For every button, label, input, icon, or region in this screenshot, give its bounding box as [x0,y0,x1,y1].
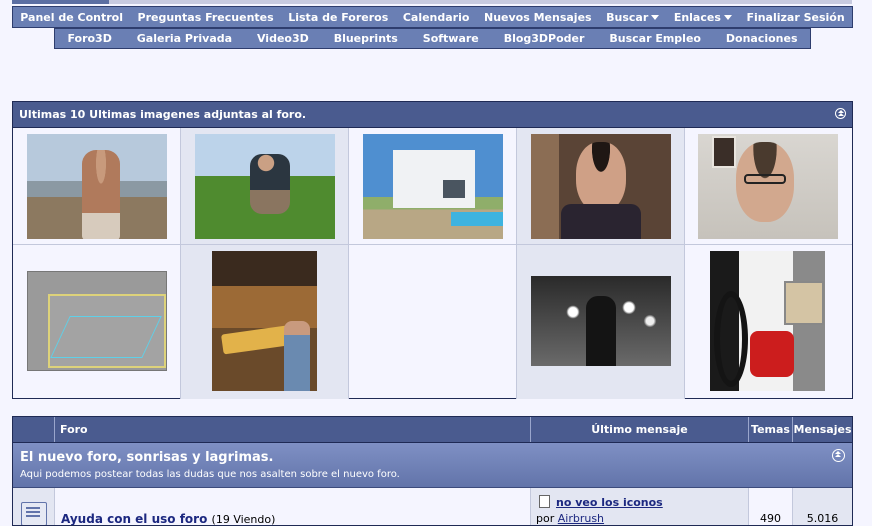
ring-shape [714,291,748,387]
forum-name-cell: Ayuda con el uso foro (19 Viendo) [55,488,531,526]
sub-navbar: Foro3D Galeria Privada Video3D Blueprint… [54,28,811,49]
chevron-down-icon [723,15,732,20]
nav-donaciones[interactable]: Donaciones [722,32,802,45]
nav-buscar-empleo[interactable]: Buscar Empleo [605,32,705,45]
nav-enlaces-label: Enlaces [673,10,721,24]
top-tab [12,0,109,4]
gallery-grid [13,128,852,399]
nav-software[interactable]: Software [419,32,483,45]
header-temas: Temas [749,417,793,442]
nav-blog3dpoder[interactable]: Blog3DPoder [500,32,589,45]
nav-preguntas-frecuentes[interactable]: Preguntas Frecuentes [134,11,278,24]
by-prefix: por [536,512,555,525]
nav-finalizar-sesion[interactable]: Finalizar Sesión [742,11,848,24]
nav-video3d[interactable]: Video3D [253,32,313,45]
header-foro: Foro [55,417,531,442]
forum-category: El nuevo foro, sonrisas y lagrimas. Aqui… [13,443,852,488]
face-shape [576,142,626,212]
gallery-cell-empty [349,245,517,399]
viewing-count: (19 Viendo) [211,513,276,526]
main-navbar: Panel de Control Preguntas Frecuentes Li… [12,6,853,28]
top-strip [12,0,852,4]
nav-lista-de-foreros[interactable]: Lista de Foreros [284,11,392,24]
last-post-author-link[interactable]: Airbrush [558,512,604,525]
thumbnail-crowd-scene[interactable] [531,276,671,366]
header-icon-col [13,417,55,442]
thumbnail-house-render[interactable] [363,134,503,239]
person-shape [284,321,310,391]
thumbnail-glasses-man[interactable] [698,134,838,239]
chair-shape [750,331,794,377]
collapse-icon[interactable] [835,108,846,119]
header-ultimo-mensaje: Último mensaje [531,417,749,442]
forum-icon [21,502,47,525]
nav-buscar-label: Buscar [606,10,649,24]
thumbnail-portrait-man[interactable] [531,134,671,239]
forum-link[interactable]: Ayuda con el uso foro (19 Viendo) [61,512,276,526]
gallery-cell [517,128,685,245]
gallery-cell [349,128,517,245]
person-shape [250,154,290,214]
gallery-cell [685,128,852,245]
gallery-header: Ultimas 10 Ultimas imagenes adjuntas al … [13,102,852,128]
gallery-cell [685,245,852,399]
figure-shape [586,296,616,366]
person-shape [82,150,120,239]
forum-name: Ayuda con el uso foro [61,512,208,526]
last-post-cell: no veo los iconos por Airbrush [531,488,749,525]
category-description: Aqui podemos postear todas las dudas que… [20,469,400,480]
last-post-link[interactable]: no veo los iconos [556,496,663,509]
forum-status-cell [13,488,55,525]
gallery-cell [181,128,349,245]
mensajes-count: 5.016 [806,512,839,525]
collapse-icon[interactable] [832,449,845,462]
temas-cell: 490 [749,488,793,525]
thumbnail-3d-viewport[interactable] [27,271,167,371]
header-mensajes: Mensajes [793,423,852,436]
gallery-cell [13,128,181,245]
forum-table: Foro Último mensaje Temas Mensajes El nu… [12,416,853,526]
gallery-title: Ultimas 10 Ultimas imagenes adjuntas al … [19,108,307,121]
category-title[interactable]: El nuevo foro, sonrisas y lagrimas. [20,443,852,465]
house-shape [393,150,475,208]
nav-calendario[interactable]: Calendario [399,11,474,24]
post-icon [539,495,550,508]
thumbnail-interior-chair[interactable] [710,251,825,391]
nav-foro3d[interactable]: Foro3D [63,32,115,45]
table-row: Ayuda con el uso foro (19 Viendo) no veo… [13,488,852,526]
shirt-shape [561,204,641,239]
nav-buscar[interactable]: Buscar [602,11,663,24]
glasses-shape [744,174,786,184]
gallery-cell [13,245,181,399]
temas-count: 490 [760,512,781,525]
thumbnail-movie-poster[interactable] [212,251,317,391]
nav-nuevos-mensajes[interactable]: Nuevos Mensajes [480,11,596,24]
gallery-cell [517,245,685,399]
nav-galeria-privada[interactable]: Galeria Privada [133,32,236,45]
thumbnail-beach-man[interactable] [27,134,167,239]
gallery-cell [181,245,349,399]
picture-shape [784,281,824,325]
attachments-gallery: Ultimas 10 Ultimas imagenes adjuntas al … [12,101,853,399]
nav-panel-de-control[interactable]: Panel de Control [16,11,127,24]
forum-table-header: Foro Último mensaje Temas Mensajes [13,417,852,443]
pool-shape [451,212,503,226]
nav-blueprints[interactable]: Blueprints [330,32,402,45]
last-post-by: por Airbrush [536,512,604,525]
viewport-shape [48,294,166,368]
wall-frame-shape [712,136,736,168]
mensajes-cell: 5.016 [793,488,852,525]
chevron-down-icon [651,15,660,20]
thumbnail-field-man[interactable] [195,134,335,239]
nav-enlaces[interactable]: Enlaces [670,11,736,24]
